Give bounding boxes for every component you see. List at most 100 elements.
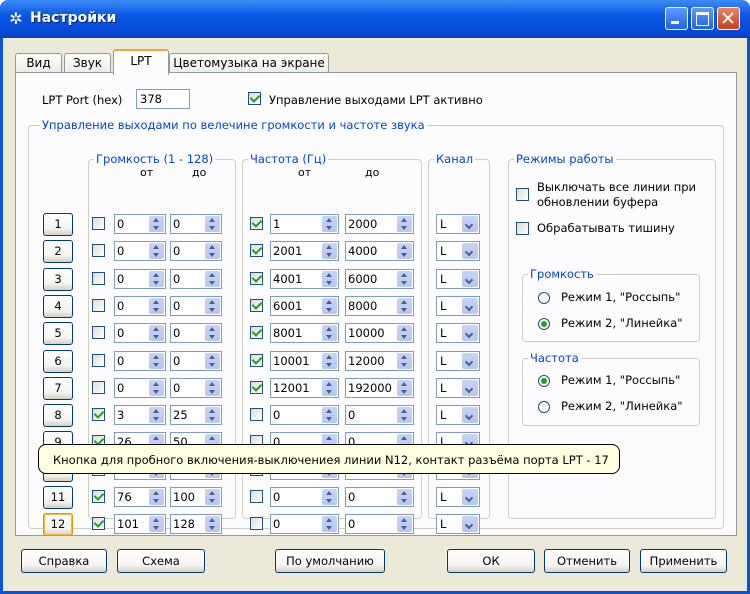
volume-from-spinner[interactable]: 0 — [114, 214, 166, 234]
frequency-enable-checkbox[interactable] — [250, 217, 263, 230]
spin-arrows-icon[interactable] — [205, 298, 220, 314]
volume-from-spinner[interactable]: 0 — [114, 378, 166, 398]
ok-button[interactable]: ОК — [447, 549, 535, 573]
volume-enable-checkbox[interactable] — [92, 517, 105, 530]
volume-mode2-radio[interactable] — [538, 318, 550, 330]
spin-arrows-icon[interactable] — [322, 380, 337, 396]
frequency-from-spinner[interactable]: 2001 — [270, 241, 339, 261]
chevron-down-icon[interactable] — [462, 325, 478, 341]
line-test-button[interactable]: 8 — [43, 404, 73, 427]
frequency-mode1-radio[interactable] — [538, 375, 550, 387]
frequency-from-spinner[interactable]: 1 — [270, 214, 339, 234]
chevron-down-icon[interactable] — [462, 216, 478, 232]
channel-select[interactable]: L — [436, 241, 480, 261]
volume-to-spinner[interactable]: 128 — [170, 514, 222, 534]
volume-from-spinner[interactable]: 0 — [114, 296, 166, 316]
frequency-mode2-radio[interactable] — [538, 401, 550, 413]
spin-arrows-icon[interactable] — [397, 298, 412, 314]
frequency-enable-checkbox[interactable] — [250, 408, 263, 421]
spin-arrows-icon[interactable] — [322, 489, 337, 505]
volume-enable-checkbox[interactable] — [92, 381, 105, 394]
spin-arrows-icon[interactable] — [397, 216, 412, 232]
volume-to-spinner[interactable]: 0 — [170, 323, 222, 343]
volume-from-spinner[interactable]: 76 — [114, 487, 166, 507]
spin-arrows-icon[interactable] — [149, 271, 164, 287]
channel-select[interactable]: L — [436, 405, 480, 425]
frequency-to-spinner[interactable]: 4000 — [345, 241, 414, 261]
spin-arrows-icon[interactable] — [322, 516, 337, 532]
line-test-button[interactable]: 11 — [43, 486, 73, 509]
volume-enable-checkbox[interactable] — [92, 272, 105, 285]
spin-arrows-icon[interactable] — [205, 353, 220, 369]
title-bar[interactable]: ✲ Настройки — [0, 0, 750, 38]
channel-select[interactable]: L — [436, 514, 480, 534]
frequency-from-spinner[interactable]: 10001 — [270, 351, 339, 371]
help-button[interactable]: Справка — [21, 549, 107, 573]
spin-arrows-icon[interactable] — [397, 516, 412, 532]
spin-arrows-icon[interactable] — [205, 489, 220, 505]
volume-enable-checkbox[interactable] — [92, 408, 105, 421]
chevron-down-icon[interactable] — [462, 271, 478, 287]
spin-arrows-icon[interactable] — [397, 325, 412, 341]
volume-mode1-radio[interactable] — [538, 292, 550, 304]
line-test-button[interactable]: 5 — [43, 322, 73, 345]
cancel-button[interactable]: Отменить — [544, 549, 630, 573]
frequency-from-spinner[interactable]: 0 — [270, 487, 339, 507]
frequency-to-spinner[interactable]: 6000 — [345, 269, 414, 289]
spin-arrows-icon[interactable] — [149, 516, 164, 532]
frequency-enable-checkbox[interactable] — [250, 517, 263, 530]
frequency-enable-checkbox[interactable] — [250, 299, 263, 312]
defaults-button[interactable]: По умолчанию — [275, 549, 385, 573]
volume-enable-checkbox[interactable] — [92, 299, 105, 312]
channel-select[interactable]: L — [436, 214, 480, 234]
volume-enable-checkbox[interactable] — [92, 326, 105, 339]
close-button[interactable] — [717, 7, 740, 30]
frequency-from-spinner[interactable]: 0 — [270, 514, 339, 534]
line-test-button[interactable]: 2 — [43, 240, 73, 263]
spin-arrows-icon[interactable] — [397, 271, 412, 287]
line-test-button[interactable]: 4 — [43, 295, 73, 318]
frequency-enable-checkbox[interactable] — [250, 490, 263, 503]
frequency-to-spinner[interactable]: 8000 — [345, 296, 414, 316]
chevron-down-icon[interactable] — [462, 380, 478, 396]
tab-screen-colormusic[interactable]: Цветомузыка на экране — [169, 53, 329, 73]
frequency-from-spinner[interactable]: 6001 — [270, 296, 339, 316]
chevron-down-icon[interactable] — [462, 516, 478, 532]
spin-arrows-icon[interactable] — [205, 216, 220, 232]
tab-lpt[interactable]: LPT — [113, 49, 169, 75]
volume-from-spinner[interactable]: 0 — [114, 269, 166, 289]
spin-arrows-icon[interactable] — [149, 325, 164, 341]
spin-arrows-icon[interactable] — [397, 353, 412, 369]
channel-select[interactable]: L — [436, 323, 480, 343]
off-all-lines-checkbox[interactable] — [516, 188, 529, 201]
frequency-to-spinner[interactable]: 10000 — [345, 323, 414, 343]
line-test-button[interactable]: 1 — [43, 213, 73, 236]
spin-arrows-icon[interactable] — [322, 353, 337, 369]
frequency-enable-checkbox[interactable] — [250, 272, 263, 285]
volume-enable-checkbox[interactable] — [92, 490, 105, 503]
volume-from-spinner[interactable]: 0 — [114, 323, 166, 343]
line-test-button[interactable]: 12 — [43, 513, 73, 536]
spin-arrows-icon[interactable] — [149, 407, 164, 423]
spin-arrows-icon[interactable] — [205, 516, 220, 532]
frequency-enable-checkbox[interactable] — [250, 326, 263, 339]
channel-select[interactable]: L — [436, 269, 480, 289]
spin-arrows-icon[interactable] — [149, 243, 164, 259]
frequency-enable-checkbox[interactable] — [250, 354, 263, 367]
lpt-port-input[interactable]: 378 — [136, 89, 190, 109]
volume-to-spinner[interactable]: 0 — [170, 378, 222, 398]
volume-enable-checkbox[interactable] — [92, 354, 105, 367]
frequency-enable-checkbox[interactable] — [250, 381, 263, 394]
tab-sound[interactable]: Звук — [64, 53, 111, 73]
spin-arrows-icon[interactable] — [149, 380, 164, 396]
spin-arrows-icon[interactable] — [397, 489, 412, 505]
line-test-button[interactable]: 6 — [43, 350, 73, 373]
line-test-button[interactable]: 3 — [43, 268, 73, 291]
volume-to-spinner[interactable]: 0 — [170, 351, 222, 371]
maximize-button[interactable] — [691, 7, 714, 30]
volume-to-spinner[interactable]: 0 — [170, 214, 222, 234]
process-silence-checkbox[interactable] — [516, 222, 529, 235]
volume-enable-checkbox[interactable] — [92, 244, 105, 257]
frequency-to-spinner[interactable]: 12000 — [345, 351, 414, 371]
frequency-to-spinner[interactable]: 2000 — [345, 214, 414, 234]
